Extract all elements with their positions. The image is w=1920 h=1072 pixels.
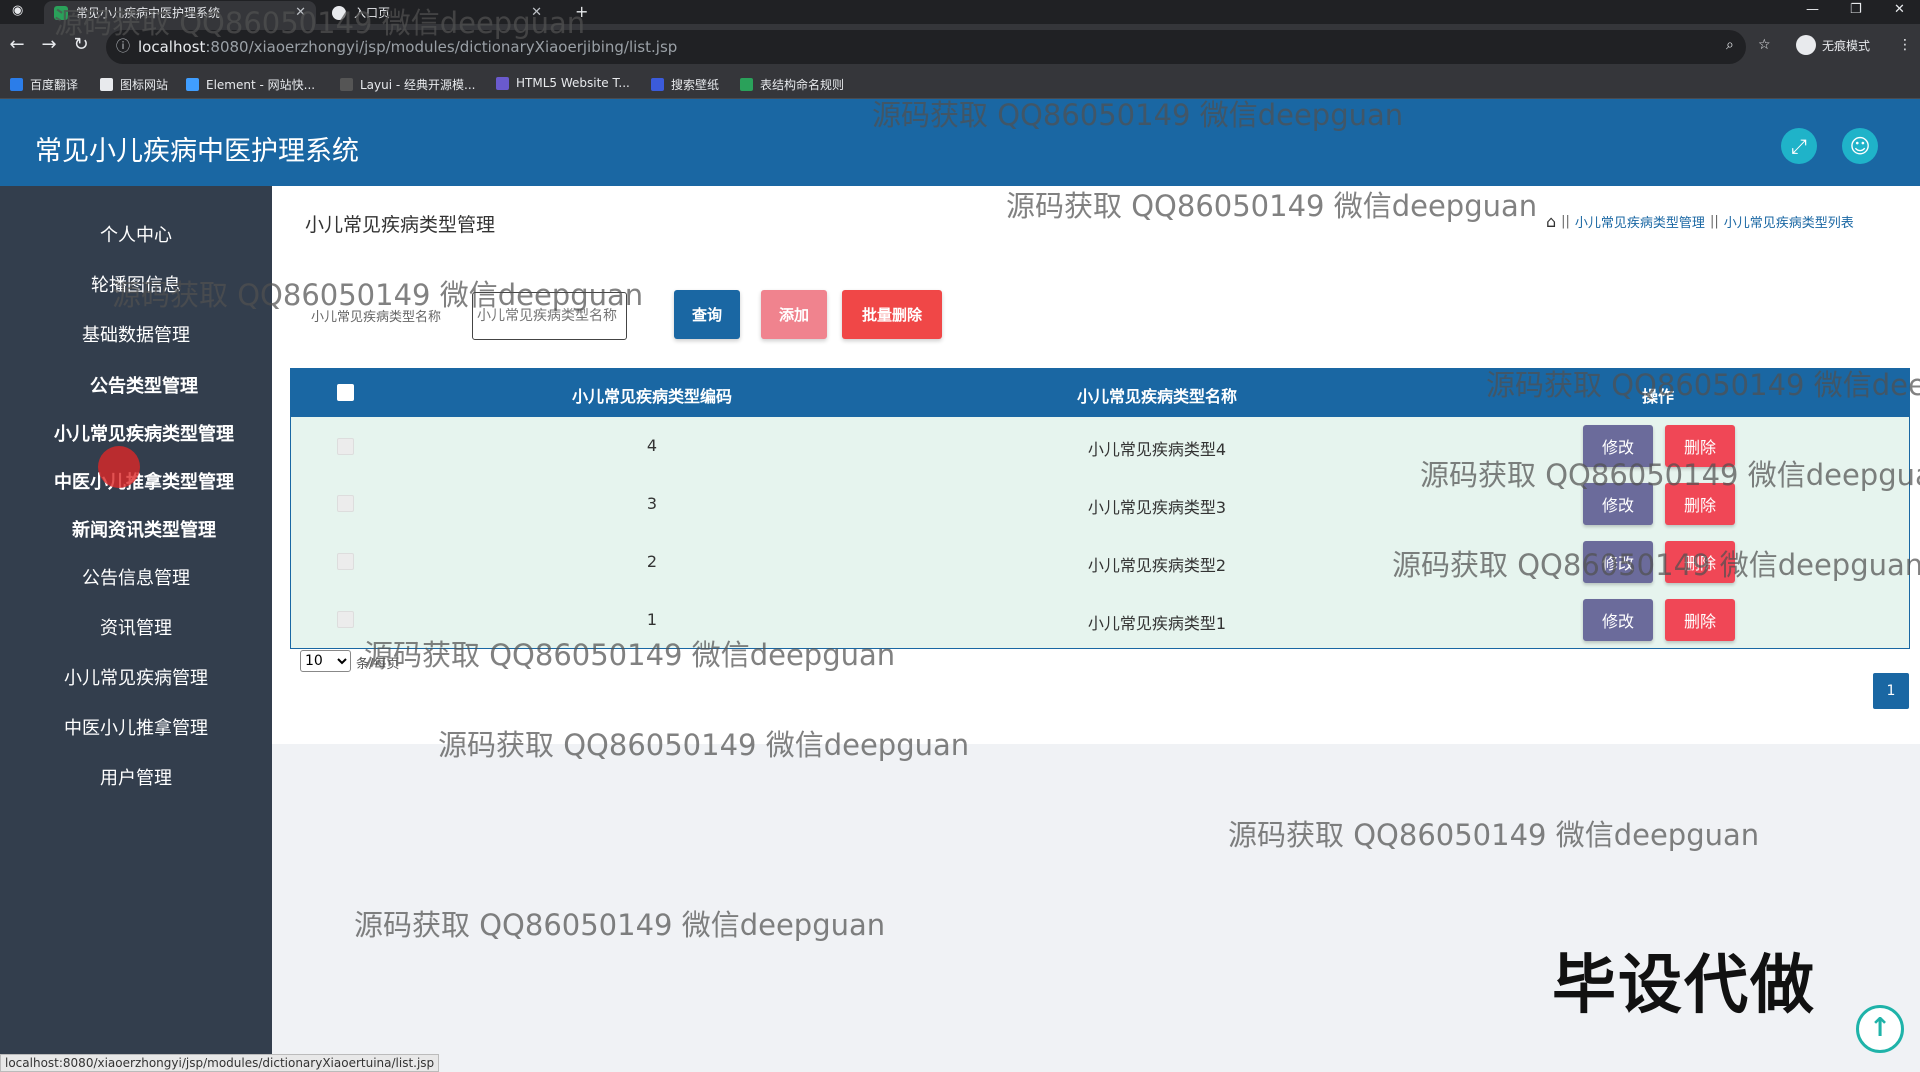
watermark: 源码获取 QQ86050149 微信deepguan [54,6,586,40]
cell-code: 4 [646,436,658,455]
sidebar-item-base-data[interactable]: 基础数据管理 [0,321,272,347]
scroll-to-top-icon[interactable]: ↑ [1856,1005,1904,1053]
bookmark-label: 表结构命名规则 [760,78,845,92]
cell-name: 小儿常见疾病类型2 [1087,556,1227,575]
bookmark-item[interactable]: 表结构命名规则 [740,76,844,93]
bookmark-label: HTML5 Website T... [516,76,630,90]
element-icon [186,78,199,91]
page-number-button[interactable]: 1 [1873,673,1909,709]
watermark: 源码获取 QQ86050149 微信deepguan [1420,458,1920,492]
sidebar-item-notice-type[interactable]: 公告类型管理 [8,372,280,398]
breadcrumb-item[interactable]: 小儿常见疾病类型列表 [1724,212,1854,231]
zoom-icon[interactable]: ⌕ [1726,37,1734,53]
sidebar-item-notice[interactable]: 公告信息管理 [0,564,272,590]
sidebar: 个人中心 轮播图信息 基础数据管理 公告类型管理 小儿常见疾病类型管理 中医小儿… [0,186,272,1072]
stamp-text: 毕设代做 [1552,948,1816,1023]
cell-name: 小儿常见疾病类型1 [1087,614,1227,633]
breadcrumb-item[interactable]: 小儿常见疾病类型管理 [1575,212,1705,231]
bookmark-label: 图标网站 [120,78,169,92]
incognito-indicator[interactable]: 无痕模式 [1796,35,1870,55]
page-size-select[interactable]: 10 [300,650,351,672]
incognito-icon [1796,35,1816,55]
data-table: 小儿常见疾病类型编码 小儿常见疾病类型名称 操作 4 小儿常见疾病类型4 修改 … [290,368,1910,649]
bookmark-item[interactable]: 百度翻译 [10,76,78,93]
column-header: 小儿常见疾病类型编码 [571,387,733,406]
bookmark-item[interactable]: 图标网站 [100,76,168,93]
bookmark-item[interactable]: Layui - 经典开源模... [340,76,475,93]
batch-delete-button[interactable]: 批量删除 [842,290,942,339]
row-checkbox[interactable] [337,438,354,455]
watermark: 源码获取 QQ86050149 微信deepguan [1006,189,1538,223]
bookmark-item[interactable]: 搜索壁纸 [651,76,719,93]
click-cursor-indicator [98,446,140,488]
row-checkbox[interactable] [337,611,354,628]
home-icon[interactable]: ⌂ [1546,212,1556,231]
status-bar-url: localhost:8080/xiaoerzhongyi/jsp/modules… [0,1054,440,1072]
sidebar-item-tuina[interactable]: 中医小儿推拿管理 [0,714,272,740]
add-button[interactable]: 添加 [761,290,827,339]
cell-name: 小儿常见疾病类型3 [1087,498,1227,517]
bookmark-label: 百度翻译 [30,78,79,92]
watermark: 源码获取 QQ86050149 微信deepguan [354,908,886,942]
sidebar-item-tuina-type[interactable]: 中医小儿推拿类型管理 [8,468,280,494]
cell-code: 1 [646,610,658,629]
sidebar-item-disease-type[interactable]: 小儿常见疾病类型管理 [8,420,280,446]
column-header: 小儿常见疾病类型名称 [1076,387,1238,406]
sidebar-item-news[interactable]: 资讯管理 [0,614,272,640]
sidebar-item-news-type[interactable]: 新闻资讯类型管理 [8,516,280,542]
watermark: 源码获取 QQ86050149 微信deepguan [438,728,970,762]
back-icon[interactable]: ← [6,34,28,55]
watermark: 源码获取 QQ86050149 微信deepguan [1486,368,1920,402]
close-window-icon[interactable]: ✕ [1894,2,1905,17]
translate-icon [10,78,23,91]
bookmark-star-icon[interactable]: ☆ [1758,37,1771,53]
cell-code: 2 [646,552,658,571]
fullscreen-icon[interactable]: ⤢ [1781,128,1817,164]
wallpaper-icon [651,78,664,91]
breadcrumb-separator: || [1709,214,1719,229]
browser-menu-icon[interactable]: ◉ [12,3,23,18]
watermark: 源码获取 QQ86050149 微信deepguan [872,98,1404,132]
app-title: 常见小儿疾病中医护理系统 [35,136,359,167]
minimize-icon[interactable]: — [1806,2,1819,17]
page-title: 小儿常见疾病类型管理 [305,214,496,236]
layui-icon [340,78,353,91]
watermark: 源码获取 QQ86050149 微信deepguan [112,278,644,312]
bookmark-label: Layui - 经典开源模... [360,78,476,92]
incognito-label: 无痕模式 [1822,38,1871,53]
row-checkbox[interactable] [337,553,354,570]
sidebar-item-users[interactable]: 用户管理 [0,764,272,790]
bookmark-item[interactable]: Element - 网站快... [186,76,315,93]
user-avatar-icon[interactable]: ☺ [1842,128,1878,164]
sidebar-item-profile[interactable]: 个人中心 [0,221,272,247]
row-checkbox[interactable] [337,495,354,512]
cell-name: 小儿常见疾病类型4 [1087,440,1227,459]
cell-code: 3 [646,494,658,513]
breadcrumb: ⌂ || 小儿常见疾病类型管理 || 小儿常见疾病类型列表 [1546,212,1854,231]
restore-icon[interactable]: ❐ [1850,2,1862,17]
sheet-icon [740,78,753,91]
select-all-checkbox[interactable] [337,384,354,401]
delete-button[interactable]: 删除 [1665,599,1735,641]
sidebar-item-disease[interactable]: 小儿常见疾病管理 [0,664,272,690]
flag-icon [100,78,113,91]
query-button[interactable]: 查询 [674,290,740,339]
bookmark-item[interactable]: HTML5 Website T... [496,76,630,90]
html5-icon [496,76,509,90]
watermark: 源码获取 QQ86050149 微信deepguan [364,638,896,672]
bookmark-label: 搜索壁纸 [671,78,720,92]
watermark: 源码获取 QQ86050149 微信deepguan [1228,818,1760,852]
edit-button[interactable]: 修改 [1583,599,1653,641]
bookmark-label: Element - 网站快... [206,78,316,92]
breadcrumb-separator: || [1561,214,1570,229]
browser-more-icon[interactable]: ⋮ [1898,37,1912,53]
watermark: 源码获取 QQ86050149 微信deepguan [1392,548,1920,582]
